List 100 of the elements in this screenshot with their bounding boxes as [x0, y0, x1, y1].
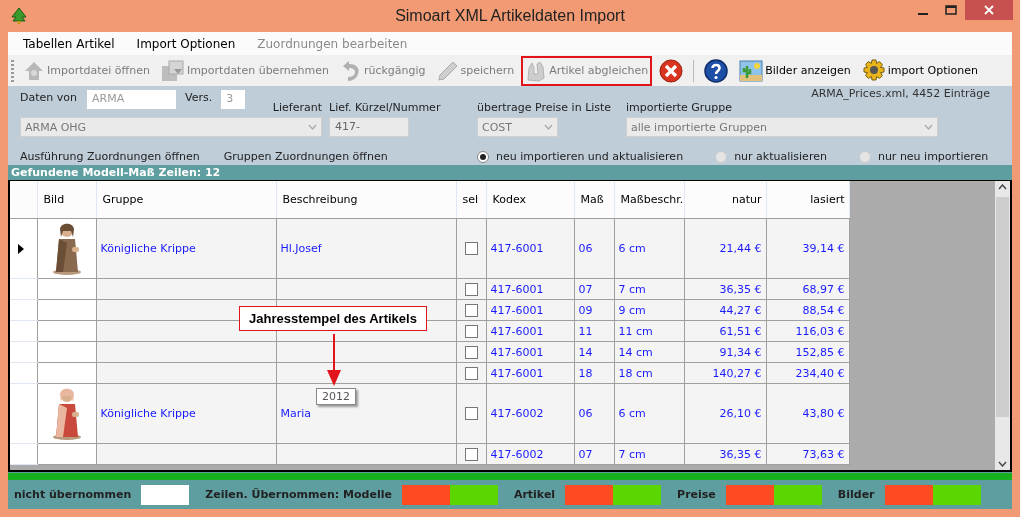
- table-cell: 07: [578, 282, 593, 296]
- window-title: Simoart XML Artikeldaten Import: [395, 7, 625, 25]
- table-cell: 11 cm: [618, 324, 653, 338]
- column-header[interactable]: Kodex: [486, 181, 574, 219]
- table-cell: 417-6002: [490, 447, 544, 461]
- radio-button[interactable]: nur aktualisieren: [715, 150, 827, 163]
- table-cell: 417-6001: [490, 282, 544, 296]
- checkbox[interactable]: [464, 366, 478, 380]
- column-header[interactable]: Gruppe: [96, 181, 276, 219]
- checkbox[interactable]: [464, 282, 478, 296]
- table-cell: 68,97 €: [802, 282, 845, 296]
- legend-label: Preise: [677, 488, 716, 501]
- checkbox[interactable]: [464, 447, 478, 461]
- table-cell: 417-6001: [490, 303, 544, 317]
- toolbar-button[interactable]: import Optionen: [857, 55, 982, 86]
- minimize-icon: [918, 13, 928, 15]
- table-cell: 06: [578, 242, 593, 255]
- toolbar-button[interactable]: Bilder anzeigen: [735, 55, 855, 86]
- table-cell: 417-6001: [490, 242, 544, 255]
- chevron-up-icon[interactable]: [998, 184, 1007, 190]
- table-cell: 417-6001: [490, 366, 544, 380]
- supplier-dropdown[interactable]: ARMA OHG: [20, 117, 322, 137]
- legend-label: Artikel: [513, 488, 556, 501]
- landscape-icon: [739, 59, 764, 82]
- table-cell: 88,54 €: [802, 303, 845, 317]
- column-header[interactable]: sel: [456, 181, 486, 219]
- table-cell: Königliche Krippe: [100, 242, 196, 255]
- cancel-icon: [659, 58, 684, 83]
- table-cell: 11: [578, 324, 593, 338]
- chevron-down-icon: [308, 124, 317, 130]
- table-cell: 6 cm: [618, 407, 646, 420]
- radio-button[interactable]: neu importieren und aktualisieren: [477, 150, 684, 163]
- table-cell: 21,44 €: [719, 242, 762, 255]
- field-label: Lieferant: [272, 101, 322, 114]
- checkbox[interactable]: [464, 324, 478, 338]
- table-cell: Maria: [280, 407, 312, 420]
- legend-label: nicht übernommen: [14, 488, 132, 501]
- close-icon: [984, 5, 994, 15]
- legend-label: Zeilen. Übernommen: Modelle: [205, 488, 392, 501]
- menu-item[interactable]: Tabellen Artikel: [23, 36, 115, 51]
- table-cell: 36,35 €: [719, 447, 762, 461]
- table-cell: 417-6002: [490, 407, 544, 420]
- field-label: Vers.: [185, 91, 213, 104]
- menu-item[interactable]: Import Optionen: [136, 36, 236, 51]
- chevron-down-icon: [544, 124, 553, 130]
- radio-button[interactable]: nur neu importieren: [858, 150, 989, 163]
- table-cell: 7 cm: [618, 282, 646, 296]
- table-cell: 140,27 €: [712, 366, 762, 380]
- gear-icon: [861, 58, 886, 83]
- table-cell: 417-6001: [490, 324, 544, 338]
- maximize-icon: [945, 5, 957, 15]
- input-field[interactable]: 417-: [329, 117, 409, 137]
- help-icon: [704, 58, 729, 83]
- column-header[interactable]: Maß: [574, 181, 614, 219]
- table-cell: 39,14 €: [802, 242, 845, 255]
- table-cell: Hl.Josef: [280, 242, 322, 255]
- table-cell: 06: [578, 407, 593, 420]
- table-cell: 6 cm: [618, 242, 646, 255]
- table-cell: 18: [578, 366, 593, 380]
- table-cell: 417-6001: [490, 345, 544, 359]
- link[interactable]: Ausführung Zuordnungen öffnen: [20, 150, 200, 163]
- link[interactable]: Gruppen Zuordnungen öffnen: [223, 150, 388, 163]
- table-cell: Königliche Krippe: [100, 407, 196, 420]
- close-button[interactable]: [965, 0, 1013, 20]
- column-header[interactable]: Maßbeschr.: [614, 181, 684, 219]
- table-cell: 234,40 €: [795, 366, 845, 380]
- table-cell: 44,27 €: [719, 303, 762, 317]
- table-cell: 14: [578, 345, 593, 359]
- table-cell: 09: [578, 303, 593, 317]
- field-label: Daten von: [20, 91, 77, 104]
- chevron-down-icon[interactable]: [998, 461, 1007, 467]
- table-cell: 14 cm: [618, 345, 653, 359]
- checkbox[interactable]: [464, 303, 478, 317]
- table-cell: 36,35 €: [719, 282, 762, 296]
- table-cell: 152,85 €: [795, 345, 845, 359]
- row-indicator-icon: [18, 243, 24, 254]
- pencil-icon: [436, 59, 459, 82]
- house-icon: [23, 59, 45, 82]
- field-label: übertrage Preise in Liste: [477, 101, 612, 114]
- scrollbar[interactable]: [995, 181, 1010, 470]
- table-cell: 43,80 €: [802, 407, 845, 420]
- chevron-down-icon: [924, 124, 933, 130]
- table-cell: 07: [578, 447, 593, 461]
- table-cell: 116,03 €: [795, 324, 845, 338]
- table-cell: 26,10 €: [719, 407, 762, 420]
- column-header[interactable]: Bild: [37, 181, 96, 219]
- table-cell: 61,51 €: [719, 324, 762, 338]
- column-header[interactable]: lasiert: [766, 181, 849, 219]
- callout: Jahresstempel des Artikels: [239, 306, 427, 331]
- column-header[interactable]: natur: [684, 181, 766, 219]
- checkbox[interactable]: [464, 345, 478, 359]
- table-cell: 91,34 €: [719, 345, 762, 359]
- field-label: importierte Gruppe: [626, 101, 732, 114]
- group-dropdown[interactable]: alle importierte Gruppen: [626, 117, 938, 137]
- price-list-dropdown[interactable]: COST: [477, 117, 558, 137]
- checkbox[interactable]: [464, 407, 478, 420]
- tree-icon: [10, 7, 28, 25]
- column-header[interactable]: Beschreibung: [276, 181, 456, 219]
- checkbox[interactable]: [464, 242, 478, 255]
- tooltip: 2012: [316, 388, 356, 405]
